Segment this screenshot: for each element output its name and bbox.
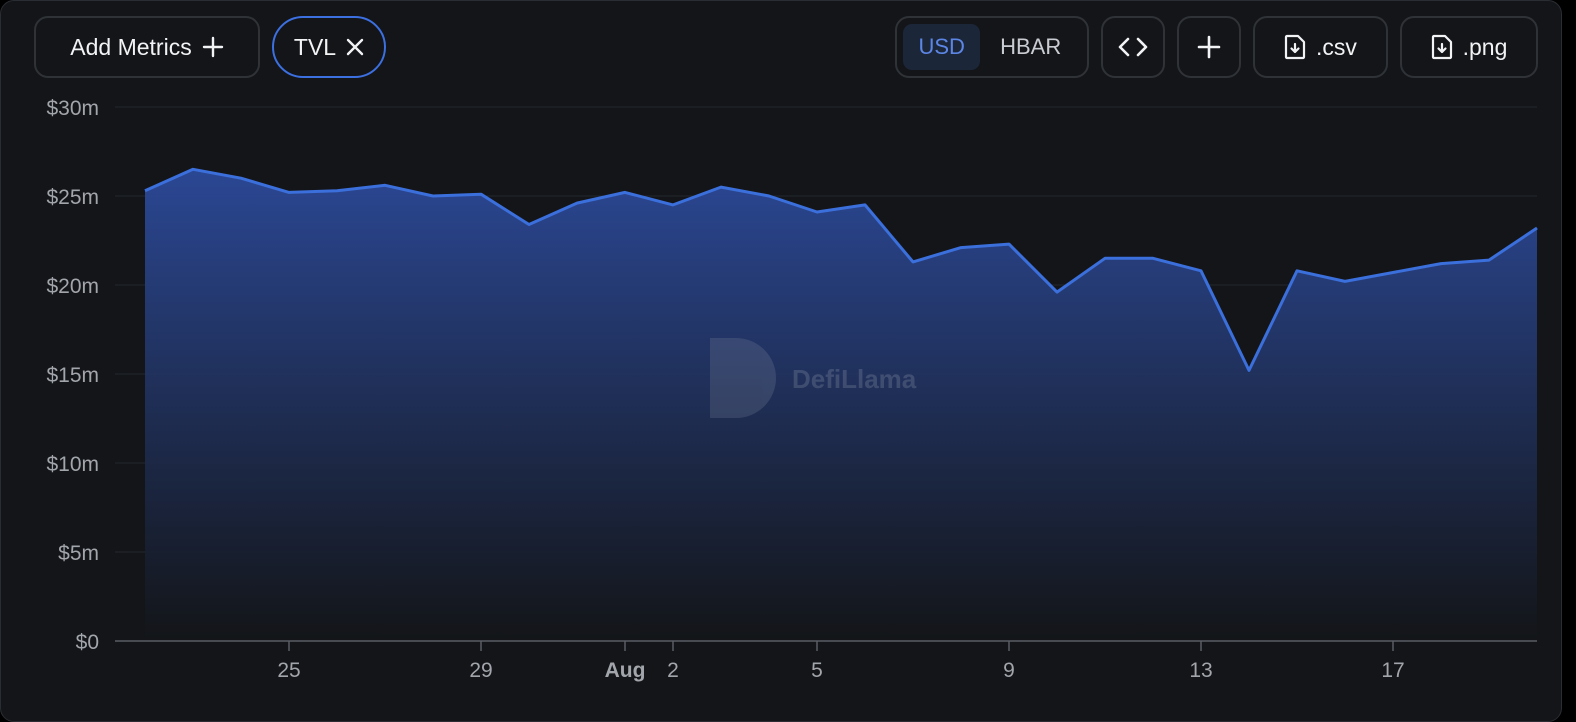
y-tick-label: $0	[76, 631, 99, 654]
x-tick-label: 9	[1003, 659, 1015, 682]
download-png-button[interactable]: .png	[1400, 16, 1538, 78]
code-icon	[1118, 37, 1148, 57]
tvl-chip-label: TVL	[293, 33, 337, 60]
file-download-icon	[1431, 34, 1452, 60]
tvl-metric-chip[interactable]: TVL	[272, 16, 386, 78]
tvl-chart: $0$5m$10m$15m$20m$25m$30m DefiLlama 25 29…	[46, 97, 1538, 682]
plus-icon	[1197, 35, 1221, 59]
plus-icon	[202, 36, 223, 58]
x-axis: 25 29 Aug 2 5 9 13 17	[277, 641, 1405, 682]
y-tick-label: $30m	[46, 97, 99, 120]
tvl-area	[145, 169, 1537, 642]
download-csv-button[interactable]: .csv	[1253, 16, 1388, 78]
y-tick-label: $10m	[46, 453, 99, 476]
x-tick-label: 29	[469, 659, 492, 682]
csv-label: .csv	[1316, 33, 1357, 60]
png-label: .png	[1462, 33, 1508, 60]
x-tick-label: 5	[811, 659, 823, 682]
embed-button[interactable]	[1101, 16, 1165, 78]
add-metrics-button[interactable]: Add Metrics	[34, 16, 260, 78]
add-button[interactable]	[1177, 16, 1241, 78]
close-icon[interactable]	[346, 38, 364, 56]
x-tick-label: 2	[667, 659, 679, 682]
add-metrics-label: Add Metrics	[70, 33, 192, 60]
file-download-icon	[1284, 34, 1306, 60]
y-tick-label: $25m	[46, 186, 99, 209]
x-tick-label: 17	[1381, 659, 1404, 682]
x-tick-label: 25	[277, 659, 300, 682]
y-tick-label: $5m	[58, 542, 99, 565]
y-tick-label: $20m	[46, 275, 99, 298]
x-tick-label: 13	[1189, 659, 1212, 682]
currency-usd-option[interactable]: USD	[903, 24, 981, 70]
currency-hbar-option[interactable]: HBAR	[980, 24, 1081, 70]
currency-toggle: USD HBAR	[895, 16, 1089, 78]
y-axis: $0 $5m $10m $15m $20m $25m $30m	[46, 97, 99, 654]
watermark-text: DefiLlama	[792, 364, 917, 394]
x-tick-label: Aug	[605, 659, 646, 682]
y-tick-label: $15m	[46, 364, 99, 387]
